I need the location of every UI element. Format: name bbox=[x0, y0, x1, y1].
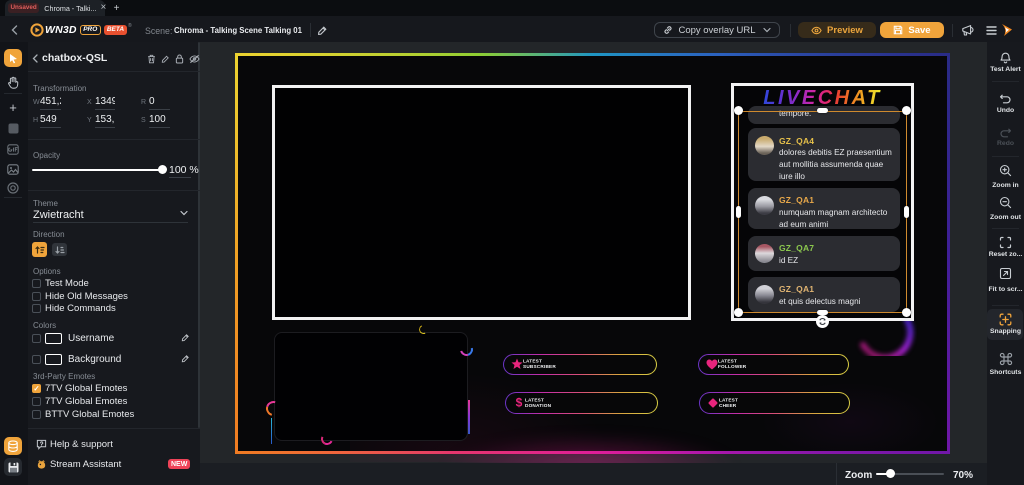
svg-text:$: $ bbox=[515, 396, 522, 409]
